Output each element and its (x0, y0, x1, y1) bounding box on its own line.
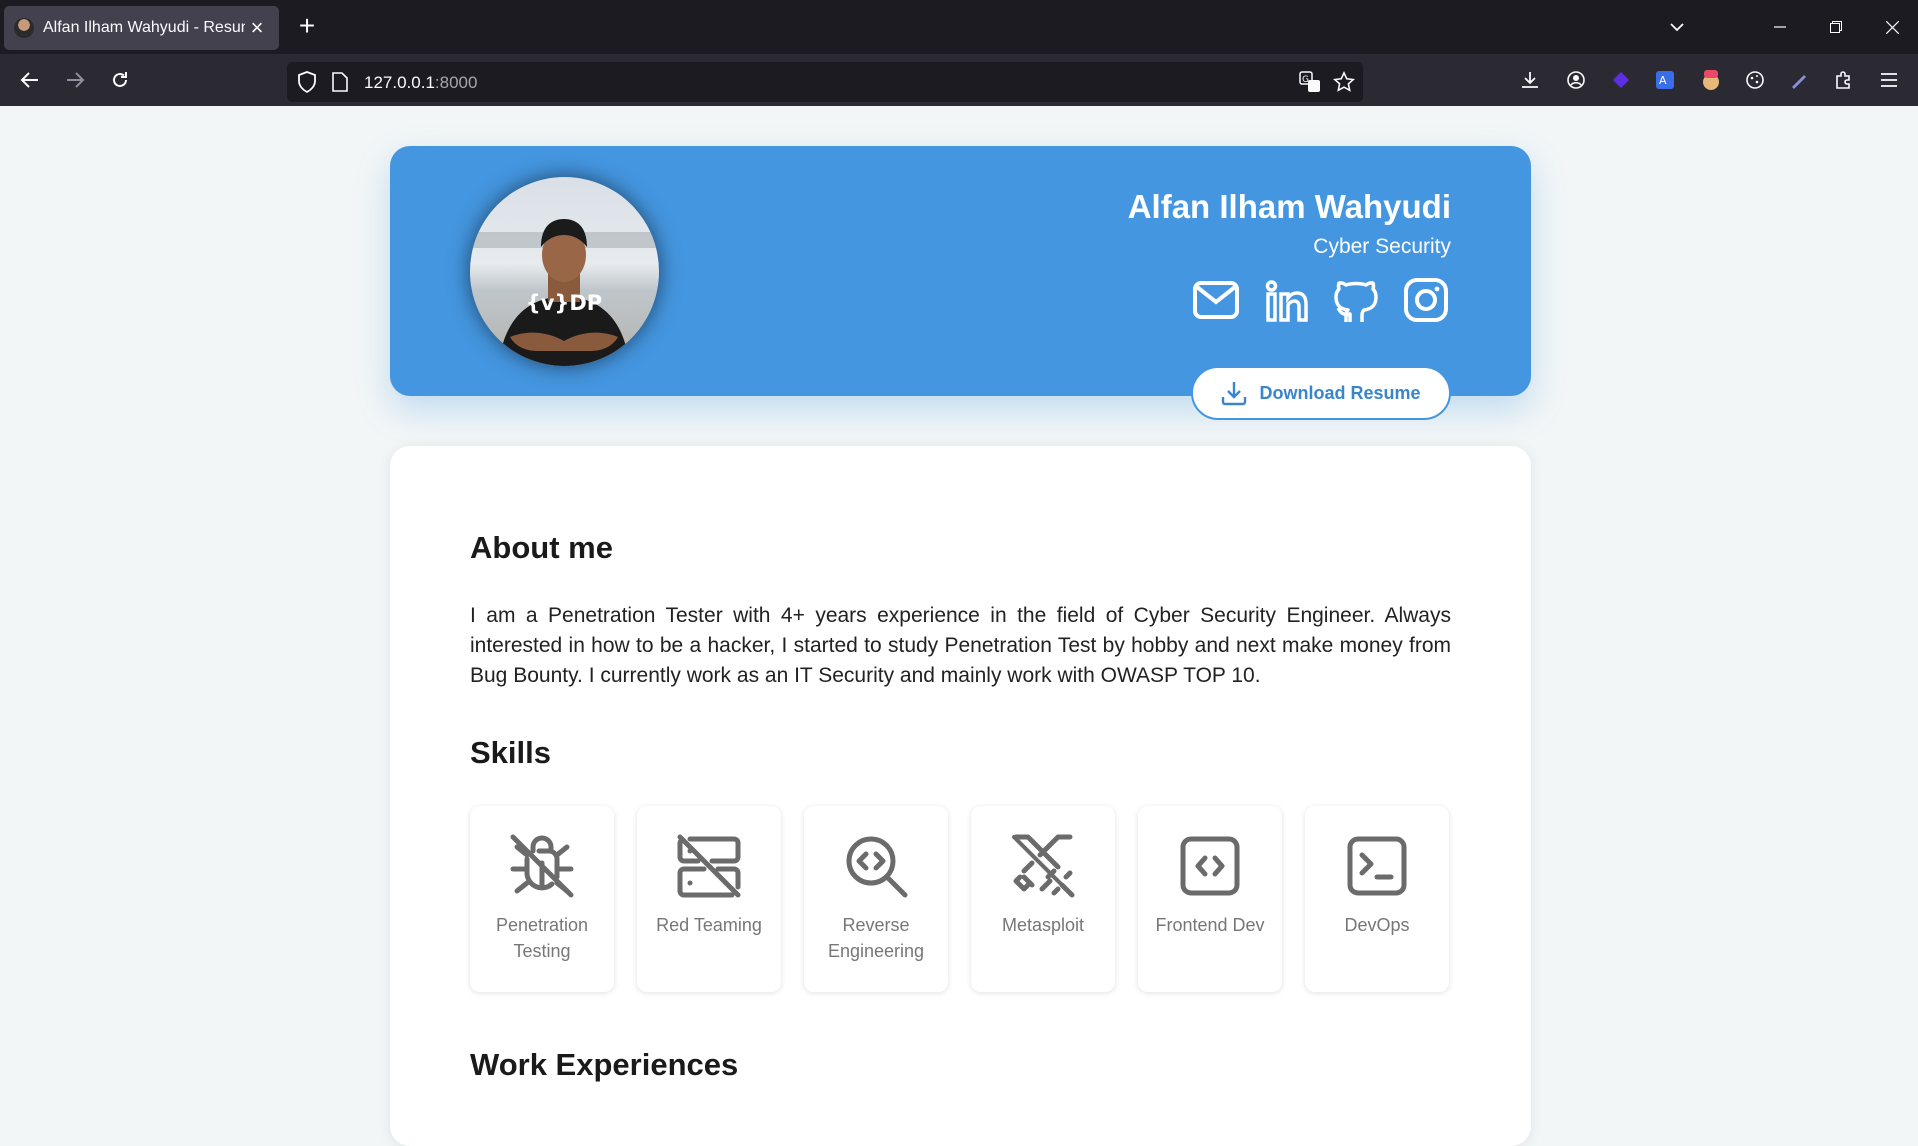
server-off-icon (675, 832, 743, 900)
profile-role: Cyber Security (1313, 235, 1451, 258)
resume-content-card: About me I am a Penetration Tester with … (390, 446, 1531, 1146)
skills-heading: Skills (470, 735, 551, 770)
back-button[interactable] (12, 62, 48, 98)
skill-card-metasploit: Metasploit (971, 806, 1115, 992)
skill-label: DevOps (1344, 915, 1410, 935)
terminal-icon (1343, 832, 1411, 900)
bookmark-star-icon[interactable] (1333, 70, 1355, 98)
code-square-icon (1176, 832, 1244, 900)
skill-card-reverse-engineering: Reverse Engineering (804, 806, 948, 992)
download-resume-label: Download Resume (1259, 382, 1421, 403)
bug-off-icon (508, 832, 576, 900)
social-links (1191, 275, 1451, 325)
skill-card-red-teaming: Red Teaming (637, 806, 781, 992)
close-tab-icon[interactable]: × (245, 17, 269, 39)
page-icon[interactable] (332, 72, 348, 97)
minimize-window-button[interactable] (1760, 10, 1800, 44)
url-text: 127.0.0.1:8000 (364, 73, 478, 92)
browser-tab-bar: Alfan Ilham Wahyudi - Resume × + (0, 0, 1918, 54)
extension-purple-icon[interactable] (1603, 62, 1639, 98)
forward-button[interactable] (57, 62, 93, 98)
url-bar[interactable]: 127.0.0.1:8000 G (287, 62, 1363, 102)
avatar: {v}DP (470, 177, 659, 366)
restore-window-button[interactable] (1816, 10, 1856, 44)
skills-grid: Penetration Testing Red Teaming Reverse … (470, 806, 1451, 992)
menu-hamburger-icon[interactable] (1871, 62, 1907, 98)
skill-card-penetration-testing: Penetration Testing (470, 806, 614, 992)
about-heading: About me (470, 530, 613, 565)
close-window-button[interactable] (1872, 10, 1912, 44)
skill-label: Reverse Engineering (827, 915, 925, 961)
mail-icon[interactable] (1191, 275, 1241, 325)
reload-button[interactable] (102, 62, 138, 98)
profile-name: Alfan Ilham Wahyudi (1127, 188, 1451, 225)
download-icon (1222, 382, 1247, 406)
account-icon[interactable] (1558, 62, 1594, 98)
download-resume-button[interactable]: Download Resume (1191, 366, 1451, 420)
work-experiences-heading: Work Experiences (470, 1047, 739, 1082)
skill-card-frontend-dev: Frontend Dev (1138, 806, 1282, 992)
svg-text:A: A (1659, 74, 1667, 87)
github-icon[interactable] (1331, 275, 1381, 325)
extension-avatar-icon[interactable] (1693, 62, 1729, 98)
about-text: I am a Penetration Tester with 4+ years … (470, 604, 1451, 687)
skill-label: Metasploit (1001, 915, 1085, 935)
instagram-icon[interactable] (1401, 275, 1451, 325)
profile-header-card: {v}DP Alfan Ilham Wahyudi Cyber Security (390, 146, 1531, 396)
svg-text:G: G (1302, 75, 1309, 85)
skill-card-devops: DevOps (1305, 806, 1449, 992)
skill-label: Frontend Dev (1155, 915, 1265, 935)
favicon-icon (14, 18, 34, 38)
extension-cookie-icon[interactable] (1737, 62, 1773, 98)
zoom-code-icon (842, 832, 910, 900)
browser-tab[interactable]: Alfan Ilham Wahyudi - Resume × (4, 6, 279, 50)
browser-toolbar: 127.0.0.1:8000 G A (0, 54, 1918, 106)
shield-icon[interactable] (297, 71, 317, 98)
linkedin-icon[interactable] (1261, 275, 1311, 325)
skill-label: Red Teaming (656, 915, 762, 935)
downloads-icon[interactable] (1512, 62, 1548, 98)
new-tab-button[interactable]: + (292, 12, 322, 42)
skill-label: Penetration Testing (495, 915, 589, 961)
list-tabs-icon[interactable] (1657, 10, 1697, 44)
extensions-puzzle-icon[interactable] (1826, 62, 1862, 98)
shirt-logo-text: {v}DP (526, 291, 602, 315)
extension-pen-icon[interactable] (1781, 62, 1817, 98)
swords-icon (1009, 832, 1077, 900)
extension-translate-icon[interactable]: A (1647, 62, 1683, 98)
translate-icon[interactable]: G (1299, 71, 1321, 98)
tab-title: Alfan Ilham Wahyudi - Resume (43, 19, 245, 36)
